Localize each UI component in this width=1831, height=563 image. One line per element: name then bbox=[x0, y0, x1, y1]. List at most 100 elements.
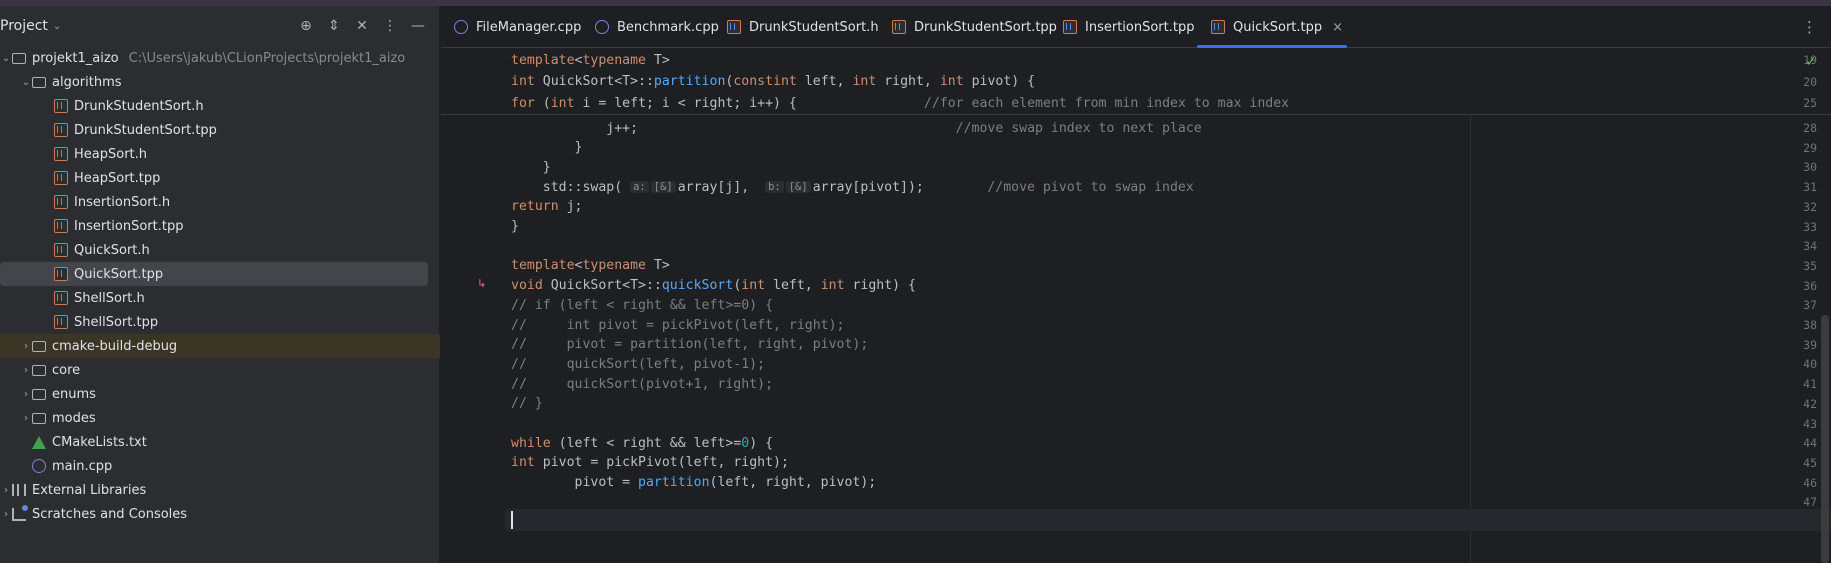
line-number: 43 bbox=[1803, 416, 1817, 431]
folder-icon bbox=[32, 76, 46, 88]
tree-item[interactable]: › cmake-build-debug bbox=[20, 334, 177, 358]
collapse-all-icon[interactable]: ✕ bbox=[355, 18, 369, 34]
chevron-right-icon[interactable]: › bbox=[20, 365, 32, 376]
options-icon[interactable]: ⋮ bbox=[383, 18, 397, 34]
header-file-icon bbox=[54, 291, 68, 305]
code-line[interactable]: } bbox=[511, 156, 551, 178]
editor-tab[interactable]: InsertionSort.tpp bbox=[1063, 6, 1194, 48]
tree-item[interactable]: CMakeLists.txt bbox=[20, 430, 147, 454]
header-file-icon bbox=[54, 243, 68, 257]
tree-item-label: QuickSort.h bbox=[74, 242, 150, 258]
code-line[interactable]: while (left < right && left>= 0) { bbox=[511, 432, 773, 454]
code-line[interactable]: // int pivot = pickPivot(left, right); bbox=[511, 314, 844, 336]
header-file-icon bbox=[892, 20, 906, 34]
tree-item-label: HeapSort.h bbox=[74, 146, 148, 162]
tree-item[interactable]: QuickSort.tpp bbox=[42, 262, 163, 286]
code-line[interactable]: // quickSort(left, pivot-1); bbox=[511, 353, 765, 375]
line-number: 45 bbox=[1803, 455, 1817, 470]
more-tabs-icon[interactable]: ⋮ bbox=[1802, 18, 1817, 36]
code-line[interactable]: } bbox=[511, 137, 583, 159]
chevron-right-icon[interactable]: › bbox=[20, 341, 32, 352]
tree-item[interactable]: ⌄ algorithms bbox=[20, 70, 122, 94]
project-panel: Project ⌄ ⊕ ⇕ ✕ ⋮ — ⌄ projekt1_aizo C:\Use… bbox=[0, 6, 440, 563]
tree-item[interactable]: InsertionSort.h bbox=[42, 190, 170, 214]
project-panel-header: Project ⌄ ⊕ ⇕ ✕ ⋮ — bbox=[0, 6, 439, 46]
code-line[interactable]: int pivot = pickPivot(left, right); bbox=[511, 452, 789, 474]
code-line[interactable]: std::swap( a: [&] array[j], b: [&] array[piv… bbox=[511, 176, 1194, 198]
code-line[interactable]: for (int i = left; i < right; i++) { //f… bbox=[511, 92, 1289, 114]
tree-item[interactable]: main.cpp bbox=[20, 454, 112, 478]
folder-icon bbox=[32, 364, 46, 376]
chevron-down-icon[interactable]: ⌄ bbox=[20, 77, 32, 88]
code-line[interactable]: void QuickSort<T>:: quickSort(int left, i… bbox=[511, 275, 916, 297]
tree-item[interactable]: DrunkStudentSort.tpp bbox=[42, 118, 217, 142]
locate-icon[interactable]: ⊕ bbox=[299, 18, 313, 34]
tree-item[interactable]: › core bbox=[20, 358, 80, 382]
code-line[interactable]: j++; //move swap index to next place bbox=[511, 117, 1202, 139]
tree-item[interactable]: HeapSort.tpp bbox=[42, 166, 160, 190]
recursion-gutter-icon[interactable]: ↳ bbox=[477, 277, 486, 290]
code-line[interactable]: } bbox=[511, 216, 519, 238]
chevron-right-icon[interactable]: › bbox=[20, 389, 32, 400]
line-number: 39 bbox=[1803, 337, 1817, 352]
cpp-file-icon bbox=[32, 459, 46, 473]
code-line[interactable]: int QuickSort<T>:: partition(const int le… bbox=[511, 71, 1035, 93]
tree-item[interactable]: DrunkStudentSort.h bbox=[42, 94, 204, 118]
tree-item[interactable]: ⌄ projekt1_aizo C:\Users\jakub\CLionProjec… bbox=[0, 46, 405, 70]
expand-all-icon[interactable]: ⇕ bbox=[327, 18, 341, 34]
editor-tab[interactable]: DrunkStudentSort.tpp bbox=[892, 6, 1057, 48]
sticky-lines-header: 19 template < typename T> 20 int QuickSort<T>… bbox=[441, 49, 1831, 115]
cpp-file-icon bbox=[595, 20, 609, 34]
hide-panel-icon[interactable]: — bbox=[411, 18, 425, 34]
tree-item-label: DrunkStudentSort.tpp bbox=[74, 122, 217, 138]
project-header-toolbar: ⊕ ⇕ ✕ ⋮ — bbox=[299, 6, 425, 46]
editor-tab[interactable]: DrunkStudentSort.h bbox=[727, 6, 879, 48]
tree-item[interactable]: ShellSort.tpp bbox=[42, 310, 158, 334]
code-line[interactable]: // quickSort(pivot+1, right); bbox=[511, 373, 773, 395]
tree-item[interactable]: › enums bbox=[20, 382, 96, 406]
line-number: 37 bbox=[1803, 298, 1817, 313]
inspection-ok-icon[interactable]: ✓ bbox=[1805, 54, 1817, 70]
vertical-scrollbar[interactable] bbox=[1821, 315, 1829, 563]
line-number: 34 bbox=[1803, 239, 1817, 254]
project-tree: ⌄ projekt1_aizo C:\Users\jakub\CLionProjec… bbox=[0, 46, 440, 563]
tree-item-label: DrunkStudentSort.h bbox=[74, 98, 204, 114]
tree-item[interactable]: QuickSort.h bbox=[42, 238, 150, 262]
code-line[interactable]: pivot = partition (left, right, pivot); bbox=[511, 472, 877, 494]
chevron-down-icon[interactable]: ⌄ bbox=[0, 53, 12, 64]
close-tab-icon[interactable]: × bbox=[1332, 20, 1343, 35]
tree-item[interactable]: HeapSort.h bbox=[42, 142, 147, 166]
right-margin-guide bbox=[1470, 49, 1471, 563]
editor-tab[interactable]: QuickSort.tpp × bbox=[1211, 6, 1343, 48]
tree-item[interactable]: ShellSort.h bbox=[42, 286, 145, 310]
chevron-right-icon[interactable]: › bbox=[0, 485, 12, 496]
folder-icon bbox=[32, 412, 46, 424]
folder-icon bbox=[12, 52, 26, 64]
tree-item[interactable]: › modes bbox=[20, 406, 96, 430]
chevron-right-icon[interactable]: › bbox=[0, 509, 12, 520]
tree-item[interactable]: › Scratches and Consoles bbox=[0, 502, 187, 526]
chevron-down-icon[interactable]: ⌄ bbox=[53, 21, 61, 32]
header-file-icon bbox=[54, 99, 68, 113]
code-line[interactable]: return j; bbox=[511, 196, 582, 218]
tree-item-label: ShellSort.tpp bbox=[74, 314, 159, 330]
code-line[interactable]: template < typename T> bbox=[511, 255, 670, 277]
tree-item[interactable]: › External Libraries bbox=[0, 478, 146, 502]
line-number: 46 bbox=[1803, 475, 1817, 490]
code-line[interactable]: template < typename T> bbox=[511, 49, 670, 71]
header-file-icon bbox=[54, 315, 68, 329]
tab-label: InsertionSort.tpp bbox=[1085, 19, 1195, 35]
project-panel-title[interactable]: Project bbox=[0, 18, 48, 34]
line-number: 25 bbox=[1803, 96, 1817, 110]
header-file-icon bbox=[54, 219, 68, 233]
code-line[interactable]: // } bbox=[511, 393, 543, 415]
tree-item[interactable]: InsertionSort.tpp bbox=[42, 214, 183, 238]
editor-tab[interactable]: FileManager.cpp bbox=[454, 6, 581, 48]
chevron-right-icon[interactable]: › bbox=[20, 413, 32, 424]
tree-item-label: algorithms bbox=[52, 74, 122, 90]
code-editor[interactable]: 28 j++; //move swap index to next place 2… bbox=[441, 49, 1831, 563]
editor-area: ⋮ FileManager.cpp Benchmark.cpp DrunkStude… bbox=[441, 6, 1831, 563]
code-line[interactable]: // if (left < right && left>=0) { bbox=[511, 294, 773, 316]
code-line[interactable]: // pivot = partition(left, right, pivot)… bbox=[511, 334, 868, 356]
editor-tab[interactable]: Benchmark.cpp bbox=[595, 6, 719, 48]
